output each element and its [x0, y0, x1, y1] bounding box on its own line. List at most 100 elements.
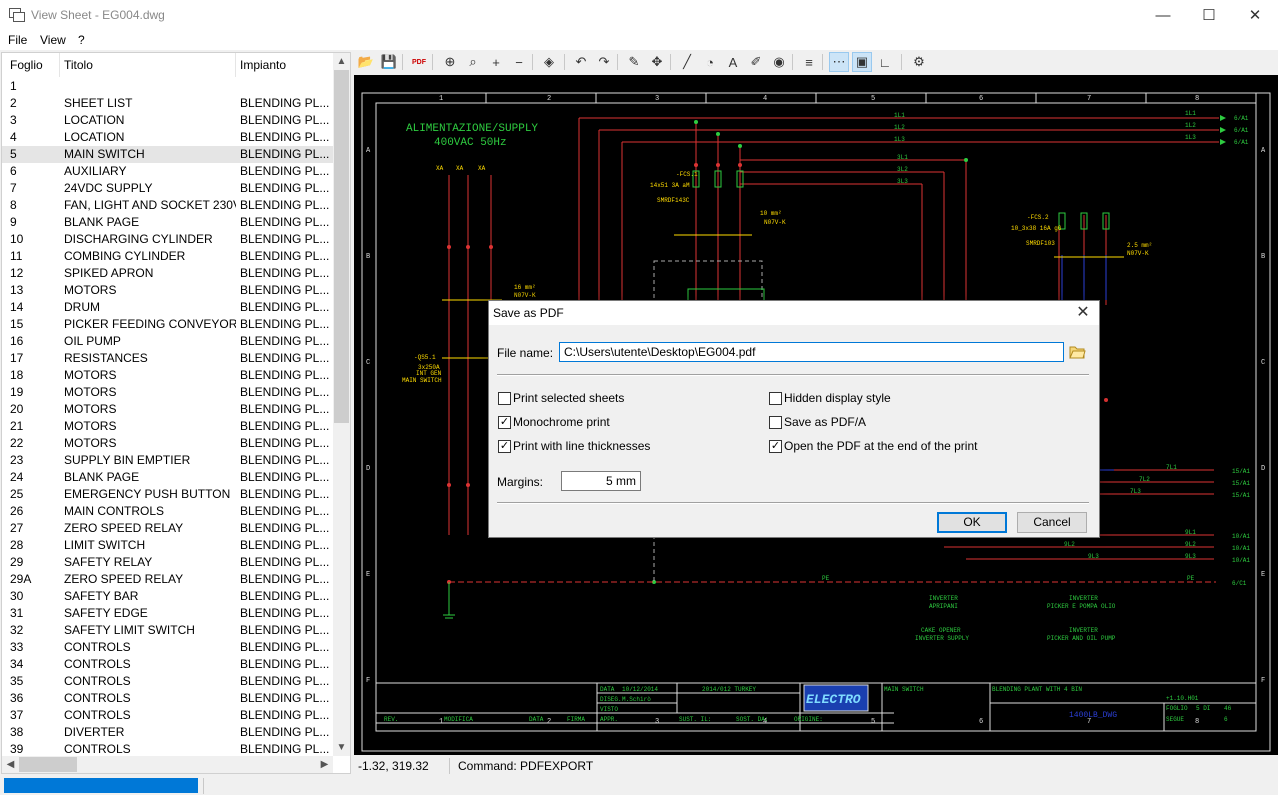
properties-icon[interactable]: ⚙ — [909, 52, 929, 72]
scroll-thumb[interactable] — [334, 70, 349, 423]
checkbox-label[interactable]: Print with line thicknesses — [513, 439, 650, 453]
maximize-button[interactable]: ☐ — [1186, 0, 1232, 30]
close-button[interactable]: ✕ — [1232, 0, 1278, 30]
scroll-left-icon[interactable]: ◀ — [2, 756, 19, 773]
checkbox-label[interactable]: Hidden display style — [784, 391, 891, 405]
zoom-out-icon[interactable]: − — [509, 52, 529, 72]
sheet-row[interactable]: 22 MOTORS BLENDING PL... — [2, 435, 333, 452]
sheet-row[interactable]: 18 MOTORS BLENDING PL... — [2, 367, 333, 384]
column-header-foglio[interactable]: Foglio — [10, 53, 43, 77]
undo-icon[interactable]: ↶ — [571, 52, 591, 72]
sheet-row[interactable]: 11 COMBING CYLINDER BLENDING PL... — [2, 248, 333, 265]
zoom-window-icon[interactable]: ⌕ — [463, 52, 483, 72]
ortho-icon[interactable]: ∟ — [875, 52, 895, 72]
sheet-row[interactable]: 17 RESISTANCES BLENDING PL... — [2, 350, 333, 367]
save-icon[interactable]: 💾 — [379, 52, 399, 72]
sheet-row[interactable]: 29 SAFETY RELAY BLENDING PL... — [2, 554, 333, 571]
sheet-row[interactable]: 21 MOTORS BLENDING PL... — [2, 418, 333, 435]
sheet-row[interactable]: 7 24VDC SUPPLY BLENDING PL... — [2, 180, 333, 197]
sheet-row[interactable]: 35 CONTROLS BLENDING PL... — [2, 673, 333, 690]
checkbox-right-2[interactable]: ✓ — [769, 440, 782, 453]
vertical-scrollbar[interactable]: ▲ ▼ — [333, 53, 350, 756]
sheet-row[interactable]: 16 OIL PUMP BLENDING PL... — [2, 333, 333, 350]
sheet-plant: BLENDING PL... — [240, 436, 330, 450]
horizontal-scrollbar[interactable]: ◀ ▶ — [2, 756, 333, 773]
open-icon[interactable]: 📂 — [356, 52, 376, 72]
sheet-row[interactable]: 37 CONTROLS BLENDING PL... — [2, 707, 333, 724]
checkbox-left-1[interactable]: ✓ — [498, 416, 511, 429]
sheet-row[interactable]: 15 PICKER FEEDING CONVEYOR BLENDING PL... — [2, 316, 333, 333]
sheet-row[interactable]: 32 SAFETY LIMIT SWITCH BLENDING PL... — [2, 622, 333, 639]
text-icon[interactable]: A — [723, 52, 743, 72]
column-header-impianto[interactable]: Impianto — [240, 53, 287, 77]
layers-icon[interactable]: ◈ — [539, 52, 559, 72]
sheet-row[interactable]: 2 SHEET LIST BLENDING PL... — [2, 95, 333, 112]
sheet-row[interactable]: 28 LIMIT SWITCH BLENDING PL... — [2, 537, 333, 554]
sheet-row[interactable]: 8 FAN, LIGHT AND SOCKET 230V BLENDING PL..… — [2, 197, 333, 214]
checkbox-label[interactable]: Save as PDF/A — [784, 415, 866, 429]
scroll-thumb-horizontal[interactable] — [19, 757, 77, 772]
sheet-row[interactable]: 34 CONTROLS BLENDING PL... — [2, 656, 333, 673]
minimize-button[interactable]: — — [1140, 0, 1186, 30]
align-icon[interactable]: ≡ — [799, 52, 819, 72]
column-header-titolo[interactable]: Titolo — [64, 53, 93, 77]
sheet-row[interactable]: 10 DISCHARGING CYLINDER BLENDING PL... — [2, 231, 333, 248]
checkbox-label[interactable]: Print selected sheets — [513, 391, 624, 405]
grid-icon[interactable]: ⋯ — [829, 52, 849, 72]
menu-file[interactable]: File — [8, 33, 27, 47]
pan-icon[interactable]: ✥ — [647, 52, 667, 72]
sheet-row[interactable]: 24 BLANK PAGE BLENDING PL... — [2, 469, 333, 486]
frame-icon[interactable]: ▣ — [852, 52, 872, 72]
margins-input[interactable]: 5 mm — [561, 471, 641, 491]
sheet-row[interactable]: 1 — [2, 78, 333, 95]
sheet-row[interactable]: 4 LOCATION BLENDING PL... — [2, 129, 333, 146]
ok-button[interactable]: OK — [937, 512, 1007, 533]
sheet-row[interactable]: 19 MOTORS BLENDING PL... — [2, 384, 333, 401]
sheet-row[interactable]: 26 MAIN CONTROLS BLENDING PL... — [2, 503, 333, 520]
zoom-extents-icon[interactable]: ⊕ — [440, 52, 460, 72]
column-divider[interactable] — [235, 53, 236, 77]
sheet-row[interactable]: 6 AUXILIARY BLENDING PL... — [2, 163, 333, 180]
column-divider[interactable] — [59, 53, 60, 77]
color-wheel-icon[interactable]: ◉ — [769, 52, 789, 72]
scroll-down-icon[interactable]: ▼ — [333, 739, 350, 756]
sheet-row[interactable]: 20 MOTORS BLENDING PL... — [2, 401, 333, 418]
sheet-row[interactable]: 9 BLANK PAGE BLENDING PL... — [2, 214, 333, 231]
checkbox-right-1[interactable] — [769, 416, 782, 429]
sheet-row[interactable]: 23 SUPPLY BIN EMPTIER BLENDING PL... — [2, 452, 333, 469]
scroll-up-icon[interactable]: ▲ — [333, 53, 350, 70]
sheet-row[interactable]: 12 SPIKED APRON BLENDING PL... — [2, 265, 333, 282]
checkbox-right-0[interactable] — [769, 392, 782, 405]
sheet-row[interactable]: 13 MOTORS BLENDING PL... — [2, 282, 333, 299]
file-name-input[interactable]: C:\Users\utente\Desktop\EG004.pdf — [559, 342, 1064, 362]
measure-icon[interactable]: ◔ — [700, 52, 720, 72]
sheet-row[interactable]: 27 ZERO SPEED RELAY BLENDING PL... — [2, 520, 333, 537]
sheet-row[interactable]: 25 EMERGENCY PUSH BUTTON BLENDING PL... — [2, 486, 333, 503]
zoom-in-icon[interactable]: + — [486, 52, 506, 72]
brush-icon[interactable]: ✐ — [746, 52, 766, 72]
sheet-row[interactable]: 5 MAIN SWITCH BLENDING PL... — [2, 146, 333, 163]
folder-icon[interactable] — [1069, 344, 1086, 360]
menu-help[interactable]: ? — [78, 33, 85, 47]
menu-view[interactable]: View — [40, 33, 66, 47]
redo-icon[interactable]: ↷ — [594, 52, 614, 72]
sheet-row[interactable]: 33 CONTROLS BLENDING PL... — [2, 639, 333, 656]
pdf-export-icon[interactable]: PDF — [409, 52, 429, 72]
scroll-right-icon[interactable]: ▶ — [316, 756, 333, 773]
checkbox-label[interactable]: Open the PDF at the end of the print — [784, 439, 977, 453]
sheet-title: SHEET LIST — [64, 96, 133, 110]
pencil-icon[interactable]: ✎ — [624, 52, 644, 72]
sheet-row[interactable]: 36 CONTROLS BLENDING PL... — [2, 690, 333, 707]
sheet-row[interactable]: 30 SAFETY BAR BLENDING PL... — [2, 588, 333, 605]
checkbox-left-2[interactable]: ✓ — [498, 440, 511, 453]
sheet-row[interactable]: 14 DRUM BLENDING PL... — [2, 299, 333, 316]
cancel-button[interactable]: Cancel — [1017, 512, 1087, 533]
close-icon[interactable]: ✕ — [1073, 303, 1093, 323]
sheet-row[interactable]: 3 LOCATION BLENDING PL... — [2, 112, 333, 129]
checkbox-label[interactable]: Monochrome print — [513, 415, 610, 429]
sheet-row[interactable]: 31 SAFETY EDGE BLENDING PL... — [2, 605, 333, 622]
line-icon[interactable]: ╱ — [677, 52, 697, 72]
sheet-row[interactable]: 38 DIVERTER BLENDING PL... — [2, 724, 333, 741]
sheet-row[interactable]: 29A ZERO SPEED RELAY BLENDING PL... — [2, 571, 333, 588]
checkbox-left-0[interactable] — [498, 392, 511, 405]
